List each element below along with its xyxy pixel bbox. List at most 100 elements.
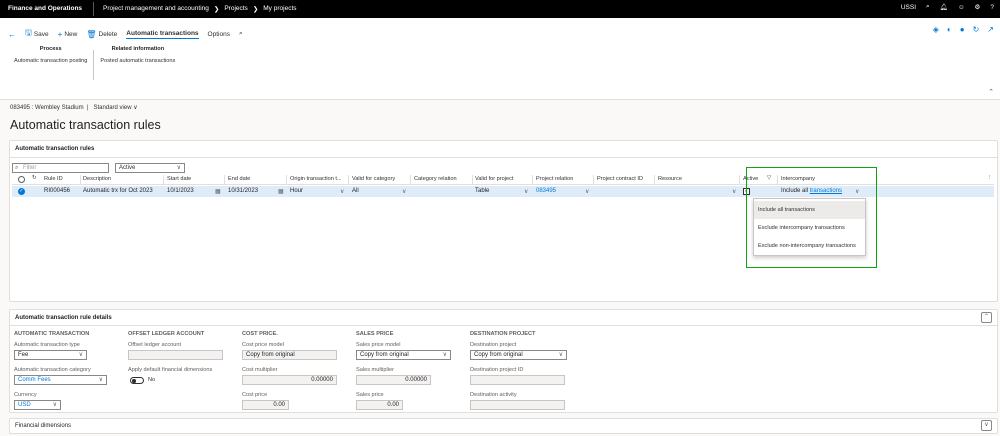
details-panel-header[interactable]: Automatic transaction rule details	[15, 315, 112, 321]
sales-multiplier-field[interactable]: 0.00000	[356, 375, 431, 385]
breadcrumb-my-projects[interactable]: My projects	[263, 5, 296, 13]
search-icon: ⌕	[15, 165, 19, 171]
destination-activity-field[interactable]	[470, 400, 565, 410]
col-divider	[532, 175, 533, 184]
calendar-icon[interactable]: ▦	[215, 188, 221, 195]
apply-default-dimensions-toggle[interactable]	[130, 377, 144, 384]
collapse-details-button[interactable]: ⌃	[981, 312, 992, 323]
company-picker[interactable]: USSI	[901, 4, 916, 11]
save-label: Save	[33, 30, 49, 38]
col-description[interactable]: Description	[83, 176, 111, 182]
help-icon[interactable]: ?	[990, 4, 994, 11]
cell-rule-id[interactable]: RI000456	[44, 188, 70, 194]
sales-multiplier-label: Sales multiplier	[356, 367, 394, 373]
refresh-icon[interactable]: ↻	[973, 25, 980, 34]
col-rule-id[interactable]: Rule ID	[44, 176, 63, 182]
new-button[interactable]: + New	[58, 30, 78, 39]
cell-description[interactable]: Automatic trx for Oct 2023	[83, 188, 153, 194]
sales-price-field[interactable]: 0.00	[356, 400, 403, 410]
delete-label: Delete	[98, 30, 118, 38]
trash-icon: 🗑︎	[86, 29, 97, 39]
cost-multiplier-field[interactable]: 0.00000	[242, 375, 337, 385]
record-caption: 083495 : Wembley Stadium | Standard view…	[10, 104, 138, 111]
cell-start-date[interactable]: 10/1/2023	[167, 188, 194, 194]
sales-price-label: Sales price	[356, 392, 384, 398]
search-icon[interactable]: ⌕	[926, 3, 930, 11]
panel-divider	[9, 325, 998, 326]
breadcrumb: Project management and accounting ❯ Proj…	[103, 5, 297, 13]
sales-price-model-value: Copy from original	[360, 352, 409, 358]
back-button[interactable]: ←	[8, 30, 16, 39]
view-selector[interactable]: Standard view	[94, 105, 132, 111]
col-resource[interactable]: Resource	[658, 176, 682, 182]
automatic-transaction-posting-button[interactable]: Automatic transaction posting	[14, 58, 87, 64]
chevron-down-icon[interactable]: ∨	[340, 188, 344, 195]
chevron-up-icon[interactable]: ⌃	[988, 88, 994, 96]
financial-dimensions-header[interactable]: Financial dimensions	[15, 423, 71, 429]
chevron-down-icon: ∨	[176, 165, 181, 171]
destination-project-id-field[interactable]	[470, 375, 565, 385]
chevron-up-icon: ⌃	[983, 314, 990, 320]
currency-select[interactable]: USD ∨	[14, 400, 61, 410]
rules-panel-header[interactable]: Automatic transaction rules	[15, 146, 94, 152]
col-origin-transaction-type[interactable]: Origin transaction t...	[290, 176, 342, 182]
automatic-transaction-type-label: Automatic transaction type	[14, 342, 80, 348]
filter-input[interactable]: ⌕ Filter	[12, 163, 109, 173]
office-icon[interactable]: ◐	[947, 25, 952, 34]
cost-price-field[interactable]: 0.00	[242, 400, 289, 410]
expand-financial-dimensions-button[interactable]: ∨	[981, 420, 992, 431]
action-pane: ← 🖫︎ Save + New 🗑︎ Delete Automatic transac…	[0, 18, 1000, 100]
col-divider	[348, 175, 349, 184]
gear-icon[interactable]: ⚙	[975, 3, 981, 11]
automatic-transaction-category-select[interactable]: Comm Fees ∨	[14, 375, 107, 385]
destination-project-select[interactable]: Copy from original ∨	[470, 350, 567, 360]
app-title[interactable]: Finance and Operations	[8, 5, 82, 12]
bell-icon[interactable]: 🔔︎	[940, 3, 948, 11]
breadcrumb-module[interactable]: Project management and accounting	[103, 5, 209, 13]
diamond-icon[interactable]: ◈	[933, 25, 939, 34]
chevron-right-icon: ❯	[213, 6, 220, 13]
col-valid-for-project[interactable]: Valid for project	[475, 176, 513, 182]
chevron-down-icon: ∨	[78, 352, 83, 358]
col-valid-for-category[interactable]: Valid for category	[352, 176, 395, 182]
col-category-relation[interactable]: Category relation	[414, 176, 457, 182]
chevron-down-icon[interactable]: ∨	[402, 188, 406, 195]
chat-icon[interactable]: ●	[960, 25, 965, 34]
col-divider	[654, 175, 655, 184]
more-vertical-icon[interactable]: ⋮	[987, 175, 993, 181]
page-tool-icons: ◈ ◐ ● ↻ ↗	[933, 25, 994, 34]
chevron-down-icon[interactable]: ∨	[585, 188, 589, 195]
automatic-transaction-type-select[interactable]: Fee ∨	[14, 350, 87, 360]
tab-options[interactable]: Options	[208, 31, 230, 38]
col-start-date[interactable]: Start date	[167, 176, 191, 182]
chevron-down-icon[interactable]: ∨	[524, 188, 528, 195]
row-selected-check-icon[interactable]: ✓	[18, 188, 25, 195]
action-search-button[interactable]: ⌕	[239, 30, 243, 38]
automatic-transaction-type-value: Fee	[18, 352, 29, 358]
offset-ledger-account-field[interactable]	[128, 350, 223, 360]
posted-automatic-transactions-button[interactable]: Posted automatic transactions	[100, 58, 175, 64]
smiley-icon[interactable]: ☺	[958, 4, 965, 11]
cell-valid-for-project[interactable]: Table	[475, 188, 489, 194]
popout-icon[interactable]: ↗	[987, 25, 994, 34]
chevron-down-icon[interactable]: ∨	[732, 188, 736, 195]
select-all-radio[interactable]	[18, 176, 25, 183]
cost-price-model-field[interactable]: Copy from original	[242, 350, 337, 360]
col-divider	[224, 175, 225, 184]
cell-origin-transaction-type[interactable]: Hour	[290, 188, 303, 194]
status-filter-select[interactable]: Active ∨	[115, 163, 185, 173]
chevron-down-icon[interactable]: ∨	[133, 105, 137, 111]
delete-button[interactable]: 🗑︎ Delete	[86, 30, 117, 39]
refresh-icon[interactable]: ↻	[32, 175, 37, 181]
cell-valid-for-category[interactable]: All	[352, 188, 359, 194]
col-end-date[interactable]: End date	[228, 176, 250, 182]
sales-price-model-select[interactable]: Copy from original ∨	[356, 350, 451, 360]
cell-end-date[interactable]: 10/31/2023	[228, 188, 258, 194]
col-project-contract-id[interactable]: Project contract ID	[597, 176, 643, 182]
calendar-icon[interactable]: ▦	[278, 188, 284, 195]
cell-project-relation[interactable]: 083495	[536, 188, 556, 194]
col-project-relation[interactable]: Project relation	[536, 176, 573, 182]
breadcrumb-projects[interactable]: Projects	[224, 5, 247, 13]
save-button[interactable]: 🖫︎ Save	[25, 27, 49, 41]
tab-automatic-transactions[interactable]: Automatic transactions	[126, 30, 199, 39]
